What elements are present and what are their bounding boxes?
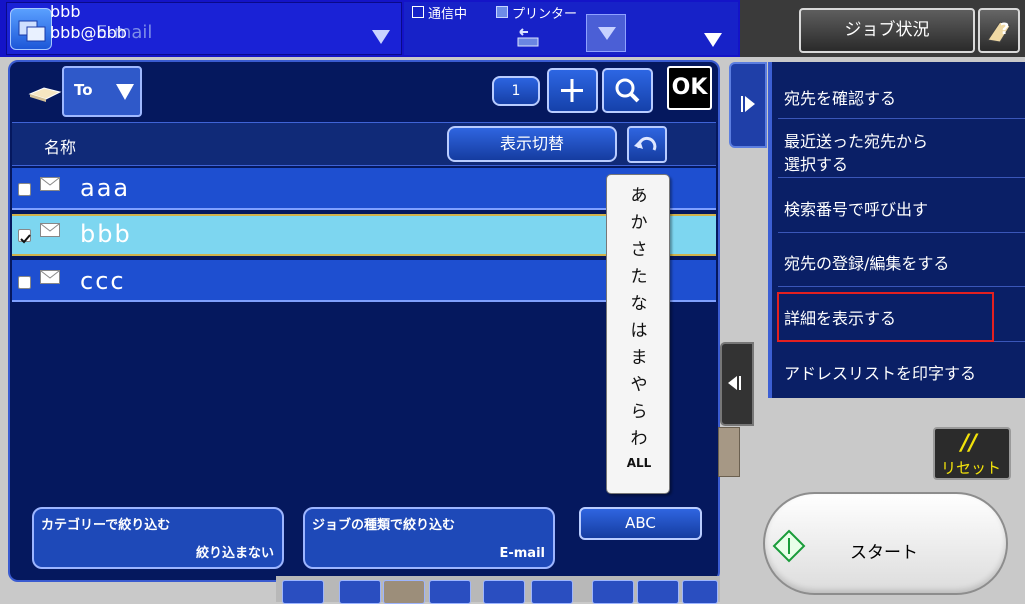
toolbar-button[interactable]: [339, 580, 381, 604]
start-diamond-icon: [772, 529, 806, 563]
address-name: bbb: [80, 220, 132, 248]
chevron-down-icon: [116, 84, 134, 100]
job-type-filter-value: E-mail: [499, 546, 545, 561]
name-column-header: 名称: [44, 138, 77, 157]
user-switch-icon[interactable]: [10, 8, 52, 50]
reset-icon: //: [961, 431, 978, 456]
menu-item-recent-destinations-line2[interactable]: 選択する: [784, 151, 1024, 175]
kana-index-ma[interactable]: ま: [607, 343, 671, 368]
address-name: aaa: [80, 174, 131, 202]
user-email: bbb@bbb: [50, 23, 127, 42]
comm-status-indicator: [412, 6, 424, 18]
job-type-filter-title: ジョブの種類で絞り込む: [312, 518, 456, 533]
printer-status-indicator: [496, 6, 508, 18]
toolbar-button[interactable]: [531, 580, 573, 604]
chevron-down-icon[interactable]: [372, 30, 390, 44]
side-tab[interactable]: [718, 427, 740, 477]
recipient-type-label: To: [74, 81, 93, 99]
toolbar-button[interactable]: [383, 580, 425, 604]
mail-icon: [40, 223, 60, 237]
help-button[interactable]: ?: [978, 8, 1020, 53]
menu-item-register-edit[interactable]: 宛先の登録/編集をする: [784, 250, 1024, 274]
address-book-icon: [28, 87, 62, 102]
play-icon: [745, 96, 755, 112]
kana-index-ha[interactable]: は: [607, 316, 671, 341]
mail-icon: [40, 177, 60, 191]
search-button[interactable]: [602, 68, 653, 113]
toolbar-button[interactable]: [483, 580, 525, 604]
kana-index-ya[interactable]: や: [607, 370, 671, 395]
back-arrow-icon: [728, 376, 737, 390]
comm-status-label: 通信中: [428, 7, 468, 22]
reset-button[interactable]: // リセット: [933, 427, 1011, 480]
menu-item-recent-destinations[interactable]: 最近送った宛先から: [784, 128, 1024, 152]
svg-text:?: ?: [1000, 19, 1009, 38]
start-label: スタート: [850, 543, 918, 563]
selected-count-badge: 1: [492, 76, 540, 106]
kana-index-a[interactable]: あ: [607, 181, 671, 206]
kana-index-sa[interactable]: さ: [607, 235, 671, 260]
row-checkbox[interactable]: [18, 276, 31, 289]
search-icon: [615, 78, 640, 103]
toggle-view-button[interactable]: 表示切替: [447, 126, 617, 162]
kana-index-ra[interactable]: ら: [607, 397, 671, 422]
user-name: bbb: [50, 2, 81, 21]
menu-item-search-number[interactable]: 検索番号で呼び出す: [784, 196, 1024, 220]
add-button[interactable]: [547, 68, 598, 113]
category-filter-button[interactable]: カテゴリーで絞り込む 絞り込まない: [32, 507, 284, 569]
highlight-box: [777, 292, 994, 342]
mail-icon: [40, 270, 60, 284]
category-filter-title: カテゴリーで絞り込む: [41, 518, 171, 533]
kana-index-na[interactable]: な: [607, 289, 671, 314]
menu-collapse-tab[interactable]: [729, 62, 767, 148]
address-name: ccc: [80, 267, 126, 295]
undo-icon: [634, 136, 657, 151]
toolbar-button[interactable]: [682, 580, 718, 604]
kana-index-wa[interactable]: わ: [607, 424, 671, 449]
kana-index-all[interactable]: ALL: [607, 456, 671, 470]
reset-label: リセット: [941, 459, 1002, 477]
plus-icon: [561, 79, 583, 102]
toolbar-button[interactable]: [282, 580, 324, 604]
job-type-filter-button[interactable]: ジョブの種類で絞り込む E-mail: [303, 507, 555, 569]
printer-status-label: プリンター: [512, 7, 578, 22]
toolbar-button[interactable]: [429, 580, 471, 604]
kana-index-ta[interactable]: た: [607, 262, 671, 287]
ok-button[interactable]: OK: [667, 66, 712, 110]
row-checkbox[interactable]: [18, 183, 31, 196]
category-filter-value: 絞り込まない: [195, 546, 274, 561]
menu-item-print-address-list[interactable]: アドレスリストを印字する: [784, 360, 1024, 384]
row-checkbox-checked[interactable]: [18, 229, 31, 244]
status-dropdown-button[interactable]: [586, 14, 626, 52]
printer-transfer-icon: [517, 28, 539, 47]
help-icon: ?: [987, 19, 1011, 43]
panel-back-tab[interactable]: [720, 342, 754, 426]
action-menu: 宛先を確認する 最近送った宛先から 選択する 検索番号で呼び出す 宛先の登録/編…: [768, 62, 1025, 398]
abc-index-button[interactable]: ABC: [579, 507, 702, 540]
undo-button[interactable]: [627, 126, 667, 163]
chevron-down-icon[interactable]: [704, 33, 722, 47]
menu-item-confirm-destination[interactable]: 宛先を確認する: [784, 85, 1024, 109]
toolbar-button[interactable]: [637, 580, 679, 604]
kana-index-ka[interactable]: か: [607, 208, 671, 233]
kana-index-bar[interactable]: あ か さ た な は ま や ら わ ALL: [606, 174, 670, 494]
job-status-button[interactable]: ジョブ状況: [799, 8, 975, 53]
toolbar-button[interactable]: [592, 580, 634, 604]
